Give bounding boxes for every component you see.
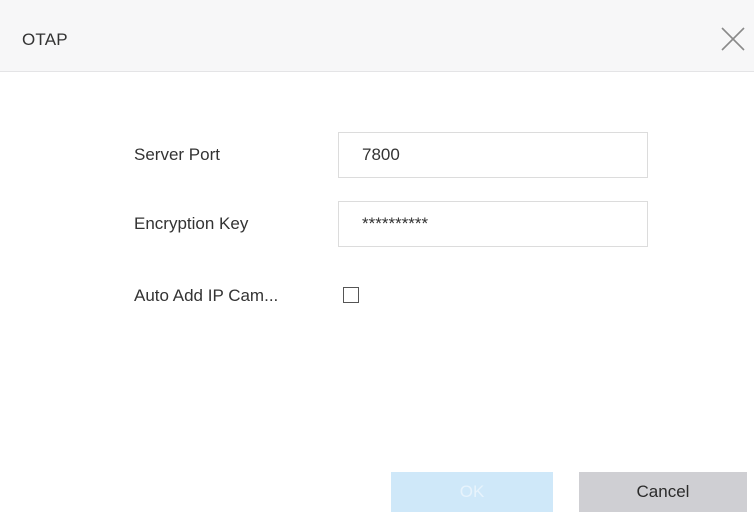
title-bar: OTAP xyxy=(0,0,754,72)
dialog-title: OTAP xyxy=(22,30,68,49)
close-button[interactable] xyxy=(718,24,748,54)
close-icon xyxy=(721,27,745,51)
encryption-key-input[interactable] xyxy=(338,201,648,247)
auto-add-ip-camera-checkbox[interactable] xyxy=(343,287,359,303)
ok-button[interactable]: OK xyxy=(391,472,553,512)
server-port-label: Server Port xyxy=(134,145,220,164)
encryption-key-label: Encryption Key xyxy=(134,214,249,233)
cancel-button[interactable]: Cancel xyxy=(579,472,747,512)
server-port-input[interactable] xyxy=(338,132,648,178)
auto-add-ip-camera-label: Auto Add IP Cam... xyxy=(134,286,279,305)
otap-dialog: OTAP Server Port Encryption Key Auto Add… xyxy=(0,0,754,512)
